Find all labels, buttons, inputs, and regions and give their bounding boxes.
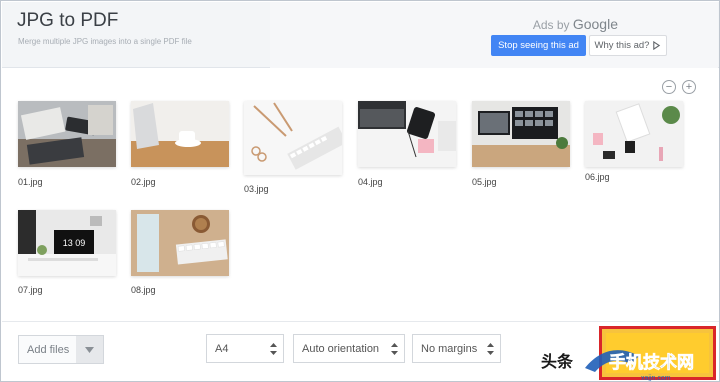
photo-03	[244, 101, 342, 175]
orientation-select[interactable]: Auto orientation	[293, 334, 405, 363]
svg-text:手机技术网: 手机技术网	[609, 352, 694, 373]
page-size-select[interactable]: A4	[206, 334, 284, 363]
image-thumb-02[interactable]	[131, 101, 229, 167]
image-thumb-07[interactable]: 13 09	[18, 210, 116, 276]
image-label-03: 03.jpg	[244, 184, 269, 194]
image-thumb-08[interactable]	[131, 210, 229, 276]
stop-seeing-ad-button[interactable]: Stop seeing this ad	[491, 35, 586, 56]
image-thumb-04[interactable]	[358, 101, 456, 167]
svg-text:13 09: 13 09	[63, 238, 86, 248]
photo-06	[585, 101, 683, 167]
add-files-button[interactable]: Add files	[18, 335, 104, 364]
zoom-out-button[interactable]: −	[662, 80, 676, 94]
caret-down-icon	[85, 346, 94, 353]
photo-02	[131, 101, 229, 167]
updown-arrow-icon	[270, 343, 277, 355]
photo-07: 13 09	[18, 210, 116, 276]
margins-value: No margins	[421, 342, 478, 355]
image-label-02: 02.jpg	[131, 177, 156, 187]
image-label-07: 07.jpg	[18, 285, 43, 295]
updown-arrow-icon	[487, 343, 494, 355]
image-label-06: 06.jpg	[585, 172, 610, 182]
margins-select[interactable]: No margins	[412, 334, 501, 363]
photo-04	[358, 101, 456, 167]
google-brand: Google	[572, 16, 618, 32]
svg-text:xajjn.com: xajjn.com	[641, 375, 671, 382]
why-this-ad-label: Why this ad?	[594, 40, 650, 51]
orientation-value: Auto orientation	[302, 342, 380, 355]
toolbar-divider	[2, 321, 719, 322]
image-thumb-03[interactable]	[244, 101, 342, 175]
photo-05	[472, 101, 570, 167]
photo-01	[18, 101, 116, 167]
image-label-04: 04.jpg	[358, 177, 383, 187]
image-label-01: 01.jpg	[18, 177, 43, 187]
image-label-08: 08.jpg	[131, 285, 156, 295]
ads-by-text: Ads by	[532, 18, 570, 32]
app-window: JPG to PDF Merge multiple JPG images int…	[0, 0, 720, 382]
add-files-label: Add files	[27, 343, 70, 356]
watermark-logo: 手机技术网 xajjn.com	[585, 350, 694, 382]
ad-panel: Ads by Google Stop seeing this ad Why th…	[270, 2, 718, 68]
add-files-dropdown[interactable]	[76, 336, 103, 363]
adchoices-icon	[653, 41, 661, 50]
page-subtitle: Merge multiple JPG images into a single …	[18, 37, 192, 46]
page-size-value: A4	[215, 342, 229, 355]
updown-arrow-icon	[391, 343, 398, 355]
watermark-text: 头条	[541, 354, 574, 371]
why-this-ad-button[interactable]: Why this ad?	[589, 35, 667, 56]
image-thumb-01[interactable]	[18, 101, 116, 167]
page-title: JPG to PDF	[17, 10, 119, 31]
photo-08	[131, 210, 229, 276]
image-label-05: 05.jpg	[472, 177, 497, 187]
header: JPG to PDF Merge multiple JPG images int…	[2, 2, 719, 68]
zoom-in-button[interactable]: +	[682, 80, 696, 94]
image-thumb-06[interactable]	[585, 101, 683, 167]
ads-by-label: Ads by Google	[533, 16, 618, 32]
image-thumb-05[interactable]	[472, 101, 570, 167]
